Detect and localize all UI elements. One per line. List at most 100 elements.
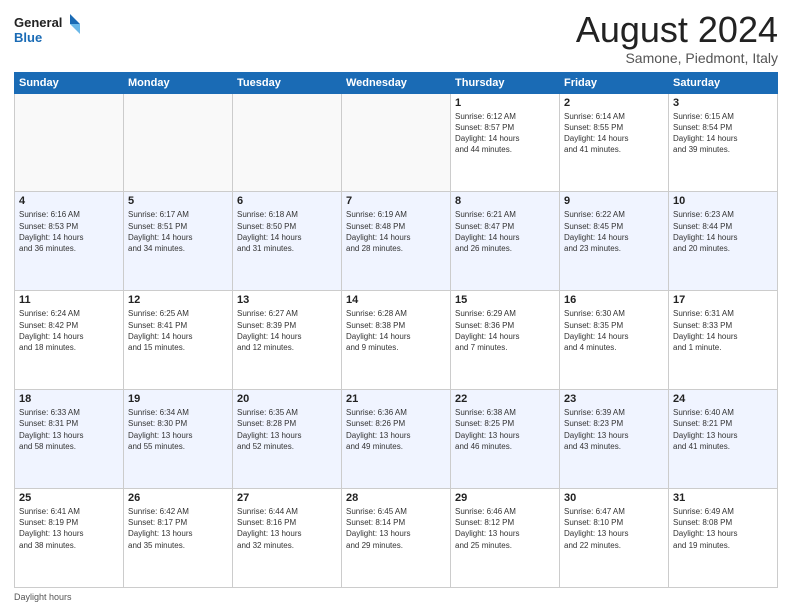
day-info-23: Sunrise: 6:39 AM Sunset: 8:23 PM Dayligh… (564, 407, 664, 452)
day-number-22: 22 (455, 393, 555, 405)
svg-text:Blue: Blue (14, 30, 42, 45)
calendar-week-2: 11 Sunrise: 6:24 AM Sunset: 8:42 PM Dayli… (15, 291, 778, 390)
calendar-table: Sunday Monday Tuesday Wednesday Thursday… (14, 72, 778, 588)
calendar-cell-w0-d2 (233, 93, 342, 192)
day-number-17: 17 (673, 294, 773, 306)
calendar-cell-w2-d0: 11 Sunrise: 6:24 AM Sunset: 8:42 PM Dayli… (15, 291, 124, 390)
header: General Blue August 2024 Samone, Piedmon… (14, 10, 778, 66)
day-info-25: Sunrise: 6:41 AM Sunset: 8:19 PM Dayligh… (19, 506, 119, 551)
day-info-27: Sunrise: 6:44 AM Sunset: 8:16 PM Dayligh… (237, 506, 337, 551)
day-number-10: 10 (673, 195, 773, 207)
day-number-20: 20 (237, 393, 337, 405)
calendar-cell-w4-d6: 31 Sunrise: 6:49 AM Sunset: 8:08 PM Dayli… (669, 489, 778, 588)
day-number-24: 24 (673, 393, 773, 405)
day-number-28: 28 (346, 492, 446, 504)
day-number-8: 8 (455, 195, 555, 207)
calendar-cell-w1-d0: 4Sunrise: 6:16 AM Sunset: 8:53 PM Daylig… (15, 192, 124, 291)
calendar-cell-w0-d6: 3Sunrise: 6:15 AM Sunset: 8:54 PM Daylig… (669, 93, 778, 192)
day-number-4: 4 (19, 195, 119, 207)
calendar-cell-w1-d6: 10 Sunrise: 6:23 AM Sunset: 8:44 PM Dayli… (669, 192, 778, 291)
day-info-30: Sunrise: 6:47 AM Sunset: 8:10 PM Dayligh… (564, 506, 664, 551)
calendar-cell-w3-d1: 19 Sunrise: 6:34 AM Sunset: 8:30 PM Dayli… (124, 390, 233, 489)
day-number-12: 12 (128, 294, 228, 306)
day-info-6: Sunrise: 6:18 AM Sunset: 8:50 PM Dayligh… (237, 209, 337, 254)
calendar-cell-w4-d3: 28 Sunrise: 6:45 AM Sunset: 8:14 PM Dayli… (342, 489, 451, 588)
calendar-week-1: 4Sunrise: 6:16 AM Sunset: 8:53 PM Daylig… (15, 192, 778, 291)
calendar-cell-w0-d5: 2 Sunrise: 6:14 AM Sunset: 8:55 PM Daylig… (560, 93, 669, 192)
calendar-cell-w0-d3 (342, 93, 451, 192)
calendar-cell-w1-d5: 9Sunrise: 6:22 AM Sunset: 8:45 PM Daylig… (560, 192, 669, 291)
calendar-cell-w1-d4: 8 Sunrise: 6:21 AM Sunset: 8:47 PM Daylig… (451, 192, 560, 291)
logo: General Blue (14, 10, 84, 50)
calendar-header-row: Sunday Monday Tuesday Wednesday Thursday… (15, 72, 778, 93)
calendar-cell-w2-d2: 13Sunrise: 6:27 AM Sunset: 8:39 PM Dayli… (233, 291, 342, 390)
day-number-2: 2 (564, 97, 664, 109)
header-tuesday: Tuesday (233, 72, 342, 93)
day-number-6: 6 (237, 195, 337, 207)
day-number-16: 16 (564, 294, 664, 306)
day-info-2: Sunrise: 6:14 AM Sunset: 8:55 PM Dayligh… (564, 111, 664, 156)
day-info-21: Sunrise: 6:36 AM Sunset: 8:26 PM Dayligh… (346, 407, 446, 452)
day-number-15: 15 (455, 294, 555, 306)
day-number-7: 7 (346, 195, 446, 207)
day-number-31: 31 (673, 492, 773, 504)
calendar-cell-w3-d0: 18Sunrise: 6:33 AM Sunset: 8:31 PM Dayli… (15, 390, 124, 489)
day-info-13: Sunrise: 6:27 AM Sunset: 8:39 PM Dayligh… (237, 308, 337, 353)
calendar-week-4: 25 Sunrise: 6:41 AM Sunset: 8:19 PM Dayli… (15, 489, 778, 588)
day-info-20: Sunrise: 6:35 AM Sunset: 8:28 PM Dayligh… (237, 407, 337, 452)
day-number-26: 26 (128, 492, 228, 504)
day-number-30: 30 (564, 492, 664, 504)
day-info-26: Sunrise: 6:42 AM Sunset: 8:17 PM Dayligh… (128, 506, 228, 551)
calendar-cell-w0-d1 (124, 93, 233, 192)
calendar-week-0: 1Sunrise: 6:12 AM Sunset: 8:57 PM Daylig… (15, 93, 778, 192)
day-info-5: Sunrise: 6:17 AM Sunset: 8:51 PM Dayligh… (128, 209, 228, 254)
header-sunday: Sunday (15, 72, 124, 93)
day-info-24: Sunrise: 6:40 AM Sunset: 8:21 PM Dayligh… (673, 407, 773, 452)
day-info-9: Sunrise: 6:22 AM Sunset: 8:45 PM Dayligh… (564, 209, 664, 254)
day-info-8: Sunrise: 6:21 AM Sunset: 8:47 PM Dayligh… (455, 209, 555, 254)
calendar-cell-w2-d5: 16 Sunrise: 6:30 AM Sunset: 8:35 PM Dayli… (560, 291, 669, 390)
day-number-11: 11 (19, 294, 119, 306)
title-block: August 2024 Samone, Piedmont, Italy (576, 10, 778, 66)
day-number-27: 27 (237, 492, 337, 504)
calendar-cell-w2-d4: 15 Sunrise: 6:29 AM Sunset: 8:36 PM Dayli… (451, 291, 560, 390)
day-info-17: Sunrise: 6:31 AM Sunset: 8:33 PM Dayligh… (673, 308, 773, 353)
page: General Blue August 2024 Samone, Piedmon… (0, 0, 792, 612)
day-info-12: Sunrise: 6:25 AM Sunset: 8:41 PM Dayligh… (128, 308, 228, 353)
footer: Daylight hours (14, 592, 778, 602)
day-info-28: Sunrise: 6:45 AM Sunset: 8:14 PM Dayligh… (346, 506, 446, 551)
day-info-11: Sunrise: 6:24 AM Sunset: 8:42 PM Dayligh… (19, 308, 119, 353)
day-number-25: 25 (19, 492, 119, 504)
calendar-cell-w3-d4: 22 Sunrise: 6:38 AM Sunset: 8:25 PM Dayli… (451, 390, 560, 489)
header-saturday: Saturday (669, 72, 778, 93)
day-number-19: 19 (128, 393, 228, 405)
calendar-cell-w1-d2: 6 Sunrise: 6:18 AM Sunset: 8:50 PM Daylig… (233, 192, 342, 291)
calendar-cell-w3-d5: 23Sunrise: 6:39 AM Sunset: 8:23 PM Dayli… (560, 390, 669, 489)
location: Samone, Piedmont, Italy (576, 50, 778, 66)
day-info-10: Sunrise: 6:23 AM Sunset: 8:44 PM Dayligh… (673, 209, 773, 254)
day-number-3: 3 (673, 97, 773, 109)
day-info-31: Sunrise: 6:49 AM Sunset: 8:08 PM Dayligh… (673, 506, 773, 551)
calendar-cell-w4-d0: 25 Sunrise: 6:41 AM Sunset: 8:19 PM Dayli… (15, 489, 124, 588)
calendar-cell-w2-d1: 12 Sunrise: 6:25 AM Sunset: 8:41 PM Dayli… (124, 291, 233, 390)
day-number-21: 21 (346, 393, 446, 405)
calendar-cell-w0-d4: 1Sunrise: 6:12 AM Sunset: 8:57 PM Daylig… (451, 93, 560, 192)
header-thursday: Thursday (451, 72, 560, 93)
calendar-week-3: 18Sunrise: 6:33 AM Sunset: 8:31 PM Dayli… (15, 390, 778, 489)
day-info-15: Sunrise: 6:29 AM Sunset: 8:36 PM Dayligh… (455, 308, 555, 353)
calendar-cell-w2-d6: 17 Sunrise: 6:31 AM Sunset: 8:33 PM Dayli… (669, 291, 778, 390)
day-info-22: Sunrise: 6:38 AM Sunset: 8:25 PM Dayligh… (455, 407, 555, 452)
calendar-cell-w1-d1: 5Sunrise: 6:17 AM Sunset: 8:51 PM Daylig… (124, 192, 233, 291)
calendar-cell-w3-d3: 21 Sunrise: 6:36 AM Sunset: 8:26 PM Dayli… (342, 390, 451, 489)
day-info-1: Sunrise: 6:12 AM Sunset: 8:57 PM Dayligh… (455, 111, 555, 156)
day-number-29: 29 (455, 492, 555, 504)
day-number-14: 14 (346, 294, 446, 306)
header-friday: Friday (560, 72, 669, 93)
day-info-19: Sunrise: 6:34 AM Sunset: 8:30 PM Dayligh… (128, 407, 228, 452)
day-info-29: Sunrise: 6:46 AM Sunset: 8:12 PM Dayligh… (455, 506, 555, 551)
day-info-7: Sunrise: 6:19 AM Sunset: 8:48 PM Dayligh… (346, 209, 446, 254)
svg-text:General: General (14, 15, 62, 30)
header-wednesday: Wednesday (342, 72, 451, 93)
day-info-18: Sunrise: 6:33 AM Sunset: 8:31 PM Dayligh… (19, 407, 119, 452)
day-info-16: Sunrise: 6:30 AM Sunset: 8:35 PM Dayligh… (564, 308, 664, 353)
